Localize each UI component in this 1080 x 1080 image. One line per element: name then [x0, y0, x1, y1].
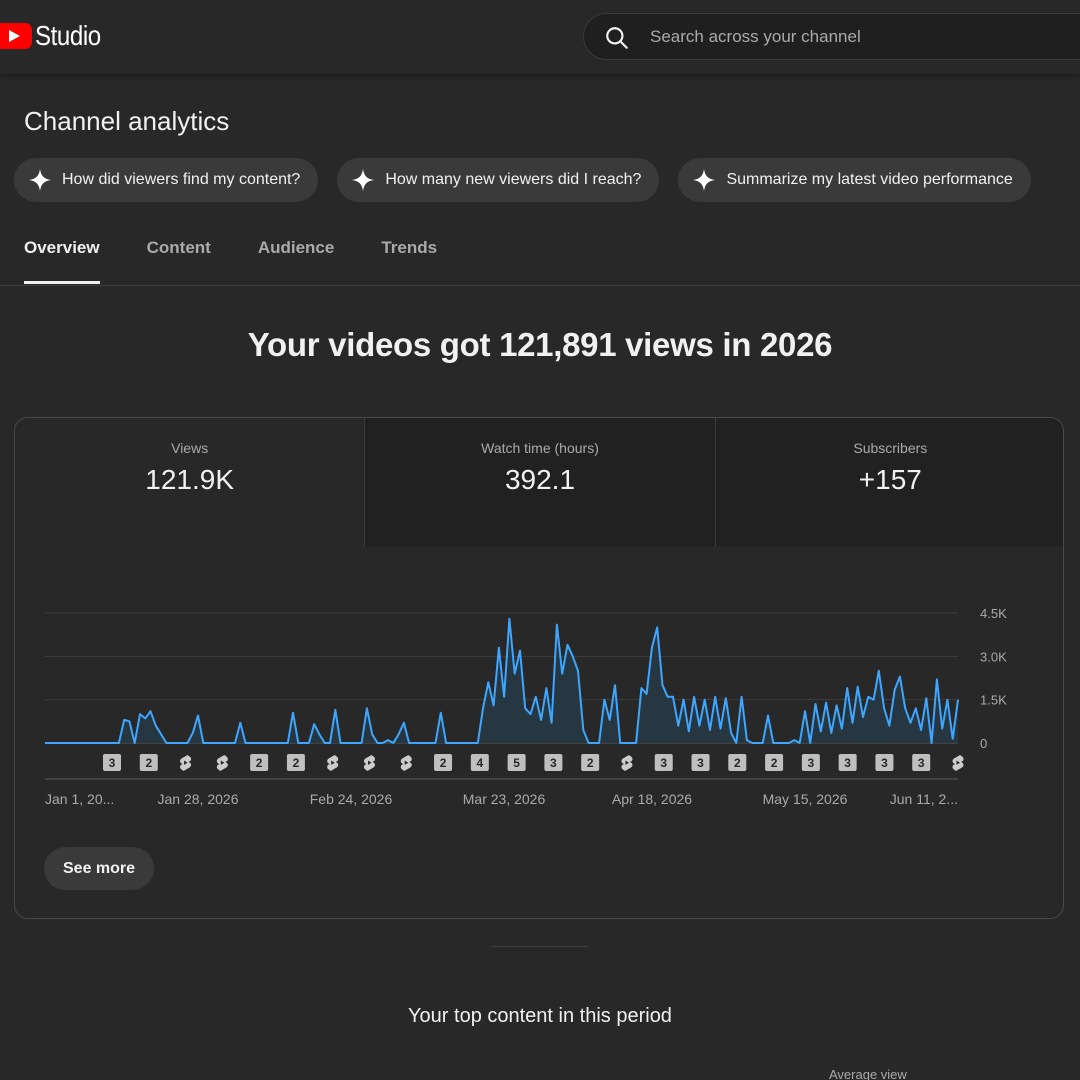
youtube-play-icon [0, 23, 32, 49]
views-headline: Your videos got 121,891 views in 2026 [247, 326, 833, 363]
tab-content[interactable]: Content [147, 238, 211, 284]
upload-marker-count: 3 [918, 756, 925, 770]
upload-marker-count: 2 [440, 756, 447, 770]
upload-marker-count: 3 [109, 756, 116, 770]
metric-subscribers[interactable]: Subscribers +157 [714, 418, 1063, 547]
chip-new-viewers[interactable]: How many new viewers did I reach? [337, 158, 660, 202]
y-tick-label: 0 [980, 736, 987, 751]
studio-logo-text: Studio [35, 20, 101, 51]
tabs-divider [0, 285, 1080, 286]
metric-label: Watch time (hours) [481, 440, 599, 456]
tab-trends[interactable]: Trends [381, 238, 437, 284]
metric-label: Subscribers [853, 440, 928, 456]
shorts-marker-icon [363, 755, 375, 771]
upload-marker-count: 4 [476, 756, 483, 770]
x-tick-label: Mar 23, 2026 [463, 791, 546, 807]
metric-label: Views [171, 440, 209, 456]
upload-marker-count: 2 [734, 756, 741, 770]
upload-marker-count: 3 [660, 756, 667, 770]
shorts-marker-icon [216, 755, 228, 771]
x-tick-label: Feb 24, 2026 [310, 791, 393, 807]
upload-marker-count: 3 [550, 756, 557, 770]
search-icon[interactable] [604, 25, 630, 51]
upload-marker-count: 3 [881, 756, 888, 770]
column-header-average-view: Average view [829, 1067, 907, 1080]
upload-marker-count: 3 [808, 756, 815, 770]
y-tick-label: 3.0K [980, 649, 1007, 664]
shorts-marker-icon [327, 755, 339, 771]
tab-audience[interactable]: Audience [258, 238, 335, 284]
chip-label: How many new viewers did I reach? [385, 171, 642, 188]
search-input[interactable]: Search across your channel [650, 27, 861, 47]
x-tick-label: Jan 28, 2026 [158, 791, 239, 807]
upload-marker-count: 3 [697, 756, 704, 770]
shorts-marker-icon [952, 755, 964, 771]
top-content-heading: Your top content in this period [408, 1005, 672, 1027]
metric-views[interactable]: Views 121.9K [15, 418, 365, 547]
y-tick-label: 1.5K [980, 693, 1007, 708]
shorts-marker-icon [400, 755, 412, 771]
upload-marker-count: 2 [771, 756, 778, 770]
metric-watch-time[interactable]: Watch time (hours) 392.1 [364, 418, 715, 547]
see-more-button[interactable]: See more [44, 847, 155, 890]
metric-value: 392.1 [504, 464, 576, 495]
sparkle-icon [29, 169, 51, 191]
sparkle-icon [352, 169, 375, 191]
chip-label: Summarize my latest video performance [726, 171, 1013, 188]
sparkle-icon [693, 169, 716, 191]
overview-card: Views 121.9K Watch time (hours) 392.1 Su… [14, 417, 1064, 919]
chip-viewers-find-content[interactable]: How did viewers find my content? [14, 158, 319, 202]
upload-marker-count: 2 [256, 756, 263, 770]
chip-summarize-latest-video[interactable]: Summarize my latest video performance [678, 158, 1031, 202]
metric-value: 121.9K [145, 464, 235, 495]
top-bar: Studio Search across your channel [0, 0, 1080, 74]
x-tick-label: Jun 11, 2... [890, 791, 958, 807]
upload-marker-count: 2 [587, 756, 594, 770]
upload-marker-count: 2 [293, 756, 300, 770]
y-tick-label: 4.5K [980, 606, 1007, 621]
upload-marker-count: 2 [145, 756, 152, 770]
x-tick-label: Jan 1, 20... [45, 791, 114, 807]
upload-marker-count: 5 [513, 756, 520, 770]
x-tick-label: May 15, 2026 [763, 791, 848, 807]
studio-logo[interactable]: Studio [0, 19, 111, 53]
views-chart-svg: 4.5K 3.0K 1.5K 0 3 2 2 2 2 4 5 3 2 3 3 2 2 3 3 3 3 Jan 1, 20.… [45, 606, 1007, 807]
section-divider [491, 946, 588, 947]
views-chart[interactable]: 4.5K 3.0K 1.5K 0 3 2 2 2 2 4 5 3 2 3 3 2 2 3 3 3 3 Jan 1, 20.… [15, 547, 1063, 847]
chip-label: How did viewers find my content? [62, 171, 301, 188]
upload-marker-count: 3 [844, 756, 851, 770]
page-title: Channel analytics [24, 106, 230, 136]
search-box[interactable]: Search across your channel [583, 13, 1080, 60]
tab-overview[interactable]: Overview [24, 238, 100, 284]
shorts-marker-icon [180, 755, 192, 771]
shorts-marker-icon [621, 755, 633, 771]
analytics-tabs: Overview Content Audience Trends [24, 238, 437, 284]
metric-tabs: Views 121.9K Watch time (hours) 392.1 Su… [15, 418, 1063, 547]
x-tick-label: Apr 18, 2026 [612, 791, 692, 807]
metric-value: +157 [858, 464, 922, 495]
suggestion-chips: How did viewers find my content? How man… [14, 158, 1031, 202]
